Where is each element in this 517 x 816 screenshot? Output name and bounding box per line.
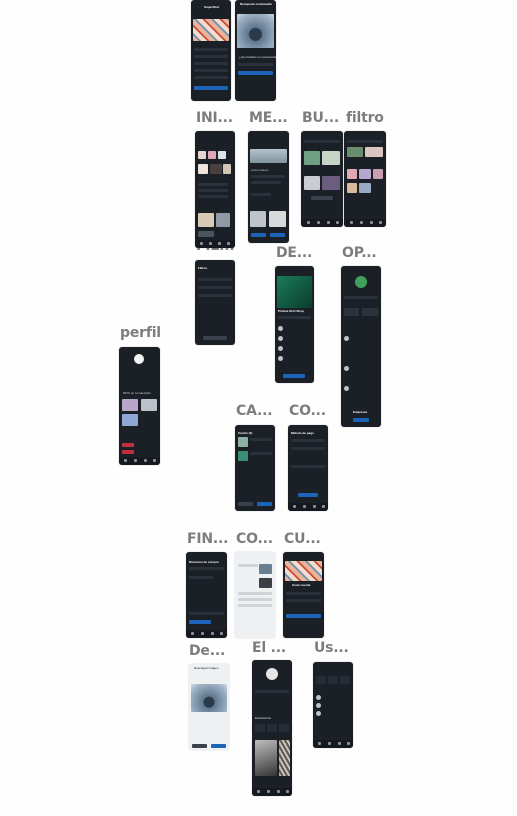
frame-filtros[interactable]: Filtros bbox=[195, 260, 235, 345]
frame-label-carrito: CA... bbox=[236, 403, 273, 419]
frame-label-busqueda: BU... bbox=[302, 110, 339, 126]
frame-cuenta[interactable]: Crear cuenta bbox=[283, 552, 324, 638]
payment-title: Método de pago bbox=[291, 431, 314, 435]
frame-compra[interactable]: Método de pago bbox=[288, 425, 328, 511]
frame-perfil[interactable]: NFTs en tu colección bbox=[119, 347, 160, 465]
detail-title: Pintura OLD Shop bbox=[278, 309, 304, 313]
stats-label: Estadisticas bbox=[255, 716, 272, 720]
frame-usuario[interactable] bbox=[313, 662, 353, 748]
download-title: Descargar imagen bbox=[194, 666, 219, 670]
frame-label-filtro: filtro bbox=[346, 110, 384, 126]
frame-label-cuenta: CU... bbox=[284, 531, 321, 547]
frame-confirmacion[interactable] bbox=[235, 552, 275, 638]
frame-label-compra: CO... bbox=[289, 403, 326, 419]
frame-label-confirmacion: CO... bbox=[236, 531, 273, 547]
frame-descarga[interactable]: Descargar imagen bbox=[189, 664, 229, 750]
recover-image bbox=[237, 14, 274, 48]
cart-title: Carrito (2) bbox=[238, 431, 253, 435]
recover-title: Recuperar contraseña bbox=[240, 2, 272, 6]
frame-label-usuario: Us... bbox=[314, 640, 349, 656]
recover-send-button[interactable] bbox=[238, 71, 273, 75]
frame-filtro[interactable] bbox=[344, 131, 386, 227]
frame-opciones[interactable]: Empresas bbox=[341, 266, 381, 427]
login-register-button[interactable] bbox=[194, 86, 228, 90]
frame-recover[interactable]: Recuperar contraseña ¿Ha olvidado su con… bbox=[235, 0, 276, 101]
frame-label-menu: ME... bbox=[249, 110, 288, 126]
finalize-title: Dirección de compra bbox=[189, 560, 219, 564]
frame-label-inicio: INI... bbox=[196, 110, 233, 126]
frame-label-perfil: perfil bbox=[120, 325, 161, 341]
frame-finalizar[interactable]: Dirección de compra bbox=[186, 552, 227, 638]
frame-busqueda[interactable] bbox=[301, 131, 343, 227]
frame-label-el-perfil: El ... bbox=[252, 640, 286, 656]
frame-detalle[interactable]: Pintura OLD Shop bbox=[275, 266, 314, 383]
frame-el-perfil[interactable]: Estadisticas bbox=[252, 660, 292, 796]
account-title: Crear cuenta bbox=[292, 583, 311, 587]
opciones-empresas: Empresas bbox=[353, 410, 368, 414]
login-title: SuperShot bbox=[204, 5, 220, 9]
frame-label-finalizar: FIN... bbox=[187, 531, 229, 547]
detail-artwork-image bbox=[277, 276, 312, 308]
frame-menu[interactable]: Lorem ipsum bbox=[248, 131, 289, 243]
frame-label-opciones: OP... bbox=[342, 245, 377, 261]
frame-login[interactable]: SuperShot bbox=[191, 0, 231, 101]
login-hero-image bbox=[193, 19, 229, 41]
frame-inicio[interactable] bbox=[195, 131, 235, 248]
frame-label-detalle: DE... bbox=[276, 245, 313, 261]
frame-carrito[interactable]: Carrito (2) bbox=[235, 425, 275, 511]
frame-label-descarga: De... bbox=[189, 643, 226, 659]
